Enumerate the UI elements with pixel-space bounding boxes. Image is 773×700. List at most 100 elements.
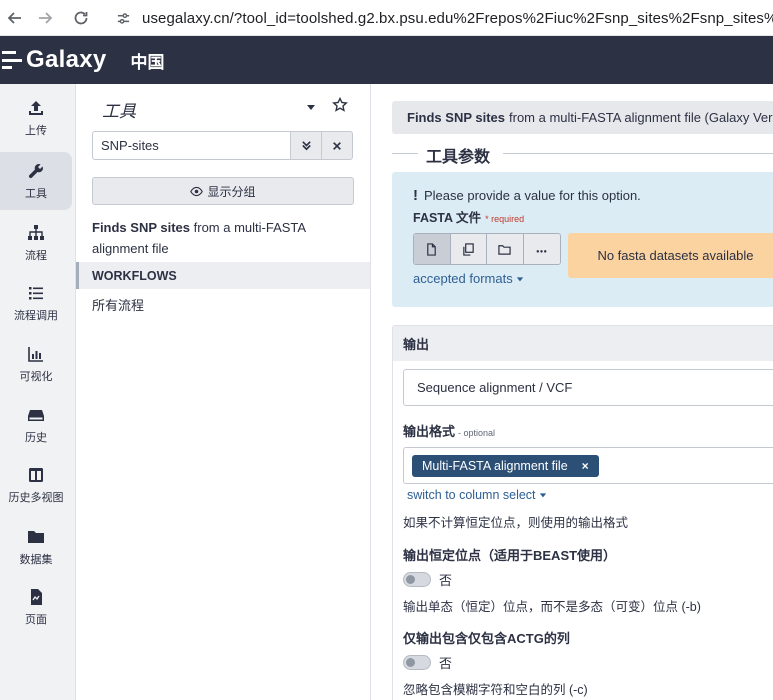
actg-help: 忽略包含模糊字符和空白的列 (-c) bbox=[403, 683, 588, 697]
activity-invocations[interactable]: 流程调用 bbox=[0, 274, 72, 332]
monomorphic-toggle-row: 否 bbox=[403, 570, 452, 589]
tool-header: Finds SNP sites from a multi-FASTA align… bbox=[392, 101, 773, 134]
activity-datasets[interactable]: 数据集 bbox=[0, 518, 72, 576]
activity-label: 页面 bbox=[25, 613, 47, 626]
hdd-icon bbox=[28, 409, 44, 421]
activity-visualize[interactable]: 可视化 bbox=[0, 335, 72, 393]
no-datasets-alert: No fasta datasets available bbox=[568, 233, 773, 278]
accepted-formats-toggle[interactable]: accepted formats bbox=[413, 271, 524, 286]
activity-workflows[interactable]: 流程 bbox=[0, 214, 72, 272]
show-sections-button[interactable]: 显示分组 bbox=[92, 177, 354, 205]
activity-tools[interactable]: 工具 bbox=[0, 152, 72, 210]
tool-result-snp-sites[interactable]: Finds SNP sites from a multi-FASTA align… bbox=[92, 217, 347, 259]
section-header-workflows[interactable]: WORKFLOWS bbox=[76, 262, 370, 289]
required-marker: * required bbox=[485, 214, 525, 224]
exclamation-icon: ! bbox=[413, 187, 418, 204]
tool-search-input[interactable] bbox=[92, 131, 291, 160]
activity-history[interactable]: 历史 bbox=[0, 396, 72, 454]
tool-result-name: Finds SNP sites bbox=[92, 220, 191, 235]
url-text: usegalaxy.cn/?tool_id=toolshed.g2.bx.psu… bbox=[142, 9, 773, 27]
accepted-formats-text: accepted formats bbox=[413, 271, 513, 286]
chart-icon bbox=[28, 346, 43, 362]
clear-search-button[interactable] bbox=[321, 131, 353, 160]
advanced-search-button[interactable] bbox=[290, 131, 322, 160]
arrow-right-icon bbox=[39, 12, 53, 24]
activity-label: 流程 bbox=[25, 249, 47, 262]
address-bar[interactable]: usegalaxy.cn/?tool_id=toolshed.g2.bx.psu… bbox=[104, 5, 773, 31]
activity-pages[interactable]: 页面 bbox=[0, 578, 72, 636]
eye-icon bbox=[190, 186, 204, 196]
brand-name: Galaxy bbox=[26, 46, 107, 73]
selected-format-chip: Multi-FASTA alignment file × bbox=[412, 455, 599, 477]
divider bbox=[503, 153, 773, 154]
divider bbox=[392, 153, 418, 154]
monomorphic-value: 否 bbox=[439, 573, 453, 588]
switch-column-text: switch to column select bbox=[407, 488, 536, 502]
fasta-file-label: FASTA 文件 * required bbox=[413, 207, 524, 226]
file-icon bbox=[31, 588, 42, 605]
columns-icon bbox=[29, 467, 43, 482]
browser-toolbar: usegalaxy.cn/?tool_id=toolshed.g2.bx.psu… bbox=[0, 0, 773, 36]
optional-marker: - optional bbox=[458, 428, 496, 438]
activity-history-multiview[interactable]: 历史多视图 bbox=[0, 456, 72, 514]
caret-down-icon bbox=[539, 493, 547, 498]
activity-label: 历史 bbox=[25, 431, 47, 444]
tool-header-name: Finds SNP sites bbox=[407, 110, 506, 125]
upload-icon bbox=[29, 100, 43, 115]
fasta-input-card: ! Please provide a value for this option… bbox=[392, 172, 773, 307]
folder-icon bbox=[498, 244, 511, 255]
tool-panel: 工具 显示分组 Finds SNP sites from a multi-FAS… bbox=[76, 84, 371, 700]
monomorphic-toggle[interactable] bbox=[403, 572, 431, 587]
activity-label: 流程调用 bbox=[14, 309, 58, 322]
output-format-multiselect[interactable]: Multi-FASTA alignment file × bbox=[403, 447, 773, 484]
selected-format-label: Multi-FASTA alignment file bbox=[422, 459, 568, 473]
actg-toggle[interactable] bbox=[403, 655, 431, 670]
forward-button[interactable] bbox=[30, 3, 60, 33]
file-icon bbox=[427, 242, 437, 256]
tool-parameters-title: 工具参数 bbox=[424, 143, 493, 167]
list-icon bbox=[29, 286, 43, 299]
actg-value: 否 bbox=[439, 656, 453, 671]
sitemap-icon bbox=[28, 224, 44, 240]
input-mode-buttons bbox=[413, 233, 561, 265]
activity-label: 历史多视图 bbox=[8, 491, 64, 504]
folder-icon bbox=[28, 530, 44, 543]
dataset-collection-button[interactable] bbox=[487, 234, 524, 264]
tool-header-description: from a multi-FASTA alignment file (Galax… bbox=[509, 110, 773, 125]
output-section-header: 输出 bbox=[393, 326, 773, 361]
galaxy-logo-icon bbox=[2, 51, 22, 69]
remove-chip-icon[interactable]: × bbox=[582, 459, 589, 473]
star-icon[interactable] bbox=[332, 97, 348, 113]
reload-icon bbox=[74, 11, 88, 25]
multiple-datasets-button[interactable] bbox=[450, 234, 487, 264]
ellipsis-icon bbox=[536, 249, 547, 253]
switch-column-select-link[interactable]: switch to column select bbox=[407, 488, 547, 502]
fasta-file-label-text: FASTA 文件 bbox=[413, 211, 482, 225]
activity-label: 可视化 bbox=[19, 370, 53, 383]
actg-label: 仅输出包含仅包含ACTG的列 bbox=[403, 631, 570, 646]
output-type-select[interactable]: Sequence alignment / VCF bbox=[403, 369, 773, 406]
arrow-left-icon bbox=[7, 12, 21, 24]
back-button[interactable] bbox=[0, 3, 30, 33]
all-workflows-link[interactable]: 所有流程 bbox=[92, 295, 144, 314]
activity-bar: 上传 工具 流程 流程调用 可视化 历史 历史多视图 数据集 页面 bbox=[0, 84, 76, 700]
activity-upload[interactable]: 上传 bbox=[0, 89, 72, 147]
reload-button[interactable] bbox=[66, 3, 96, 33]
more-options-button[interactable] bbox=[523, 234, 560, 264]
output-format-label: 输出格式 - optional bbox=[403, 421, 495, 440]
close-icon bbox=[333, 141, 341, 150]
output-section: 输出 Sequence alignment / VCF 输出格式 - option… bbox=[392, 325, 773, 700]
input-warning-text: Please provide a value for this option. bbox=[424, 188, 641, 203]
angle-double-down-icon bbox=[301, 141, 311, 151]
actg-toggle-row: 否 bbox=[403, 653, 452, 672]
output-format-help: 如果不计算恒定位点，则使用的输出格式 bbox=[403, 516, 629, 530]
single-dataset-button[interactable] bbox=[414, 234, 451, 264]
galaxy-brand-link[interactable]: Galaxy bbox=[2, 46, 107, 74]
monomorphic-help: 输出单态（恒定）位点，而不是多态（可变）位点 (-b) bbox=[403, 600, 701, 614]
caret-down-icon[interactable] bbox=[306, 102, 316, 112]
copy-icon bbox=[463, 242, 474, 256]
site-settings-icon[interactable] bbox=[112, 7, 134, 29]
wrench-icon bbox=[28, 163, 43, 178]
tool-form: Finds SNP sites from a multi-FASTA align… bbox=[371, 84, 773, 700]
input-warning: ! Please provide a value for this option… bbox=[413, 187, 641, 204]
